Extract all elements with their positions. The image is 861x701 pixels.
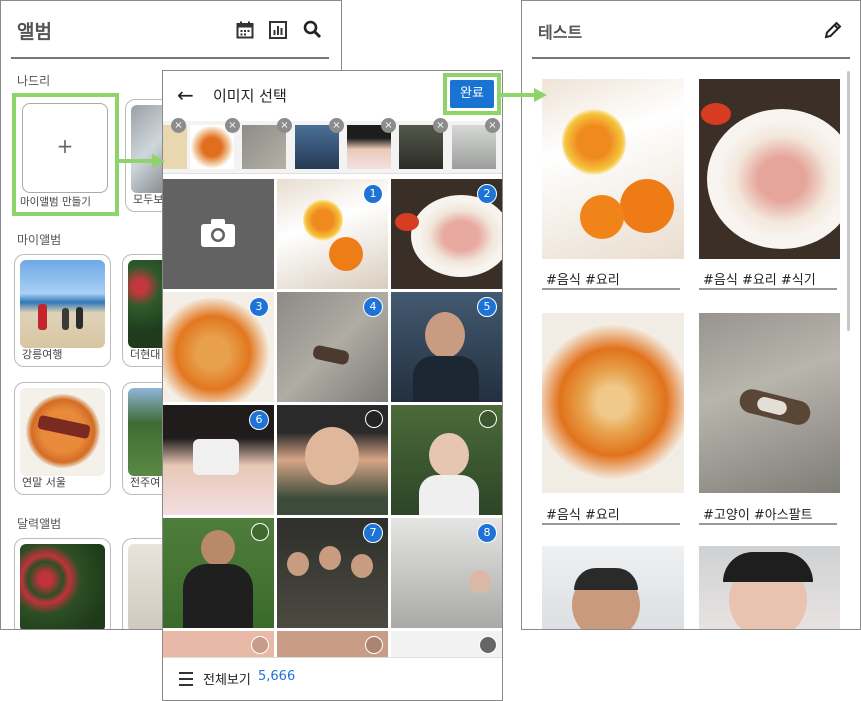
image-picker-screen: ← 이미지 선택 완료 × × × × × × × 1 2 3 4 5 6 7 … <box>162 70 503 701</box>
photo-tile[interactable]: 2 <box>391 179 502 289</box>
album-photo[interactable] <box>542 546 684 629</box>
photo-tile[interactable]: 6 <box>163 405 274 515</box>
tag-divider <box>542 288 680 290</box>
new-album-button[interactable]: + <box>22 103 108 193</box>
album-card-label: 연말 서울 <box>22 476 66 489</box>
flow-arrow <box>118 152 166 170</box>
selected-strip: × × × × × × × <box>163 118 502 174</box>
camera-icon <box>201 219 235 247</box>
selection-ring[interactable] <box>251 636 269 654</box>
chart-icon[interactable] <box>269 21 287 39</box>
remove-icon[interactable]: × <box>171 118 186 133</box>
section-label-my-albums: 마이앨범 <box>17 233 62 247</box>
tag-divider <box>542 523 680 525</box>
photo-tags: #음식 #요리 #식기 <box>703 273 816 288</box>
selection-badge: 3 <box>249 297 269 317</box>
calendar-icon[interactable] <box>236 21 254 39</box>
photo-tile[interactable]: 1 <box>277 179 388 289</box>
tag-divider <box>699 288 837 290</box>
menu-icon[interactable] <box>179 672 193 690</box>
album-card-gangneung[interactable]: 강릉여행 <box>14 254 111 367</box>
album-photo[interactable] <box>542 79 684 259</box>
album-thumb <box>20 544 105 629</box>
album-photo[interactable] <box>699 79 840 259</box>
search-icon[interactable] <box>303 20 322 39</box>
album-card-label: 강릉여행 <box>22 348 63 361</box>
new-album-highlight[interactable]: + 마이앨범 만들기 <box>12 93 119 216</box>
selection-badge: 5 <box>477 297 497 317</box>
selection-badge: 4 <box>363 297 383 317</box>
camera-tile[interactable] <box>163 179 274 289</box>
remove-icon[interactable]: × <box>433 118 448 133</box>
album-thumb <box>20 260 105 348</box>
selection-badge: 7 <box>363 523 383 543</box>
header-divider <box>11 57 329 59</box>
album-card-yeonmal[interactable]: 연말 서울 <box>14 382 111 495</box>
photo-tile[interactable] <box>277 405 388 515</box>
remove-icon[interactable]: × <box>329 118 344 133</box>
tag-divider <box>699 523 837 525</box>
photo-grid: 1 2 3 4 5 6 7 8 <box>163 179 502 661</box>
photo-tags: #음식 #요리 <box>546 508 620 523</box>
remove-icon[interactable]: × <box>277 118 292 133</box>
photo-tile[interactable]: 3 <box>163 292 274 402</box>
back-arrow-icon[interactable]: ← <box>177 83 194 107</box>
album-photo[interactable] <box>699 313 840 493</box>
done-button[interactable]: 완료 <box>450 80 494 108</box>
new-album-label: 마이앨범 만들기 <box>20 196 91 208</box>
edit-pencil-icon[interactable] <box>824 21 842 39</box>
remove-icon[interactable]: × <box>381 118 396 133</box>
album-card-label: 더현대 <box>130 348 161 361</box>
selection-ring[interactable] <box>365 410 383 428</box>
section-label-naduri: 나드리 <box>17 74 51 88</box>
view-all-link[interactable]: 전체보기 <box>203 669 251 688</box>
photo-tile[interactable]: 8 <box>391 518 502 628</box>
selection-ring[interactable] <box>479 410 497 428</box>
picker-title: 이미지 선택 <box>213 87 287 105</box>
album-photo[interactable] <box>699 546 840 629</box>
selection-ring[interactable] <box>251 523 269 541</box>
test-album-screen: 테스트 #음식 #요리 #음식 #요리 #식기 #음식 #요리 #고양이 #아스… <box>521 0 861 630</box>
photo-tile[interactable] <box>163 518 274 628</box>
selection-badge: 1 <box>363 184 383 204</box>
photo-tile[interactable]: 7 <box>277 518 388 628</box>
album-card-label: 전주여 <box>130 476 161 489</box>
done-highlight: 완료 <box>443 73 501 115</box>
photo-tags: #음식 #요리 <box>546 273 620 288</box>
photo-tags: #고양이 #아스팔트 <box>703 508 813 523</box>
header-divider <box>532 57 850 59</box>
album-screen-title: 앨범 <box>17 21 52 43</box>
photo-tile[interactable]: 5 <box>391 292 502 402</box>
section-label-calendar: 달력앨범 <box>17 517 62 531</box>
scrollbar[interactable] <box>847 71 850 331</box>
photo-tile[interactable]: 4 <box>277 292 388 402</box>
selection-ring[interactable] <box>479 636 497 654</box>
remove-icon[interactable]: × <box>485 118 500 133</box>
album-photo[interactable] <box>542 313 684 493</box>
album-card-calendar-1[interactable] <box>14 538 111 629</box>
selection-badge: 6 <box>249 410 269 430</box>
selection-badge: 8 <box>477 523 497 543</box>
selection-badge: 2 <box>477 184 497 204</box>
selection-ring[interactable] <box>365 636 383 654</box>
album-card-label: 모두보 <box>133 193 164 206</box>
plus-icon: + <box>56 134 74 158</box>
flow-arrow <box>498 86 548 104</box>
album-thumb <box>20 388 105 476</box>
test-album-title: 테스트 <box>538 23 583 42</box>
photo-count: 5,666 <box>258 669 296 684</box>
photo-tile[interactable] <box>391 405 502 515</box>
remove-icon[interactable]: × <box>225 118 240 133</box>
picker-footer: 전체보기 5,666 <box>163 657 502 700</box>
